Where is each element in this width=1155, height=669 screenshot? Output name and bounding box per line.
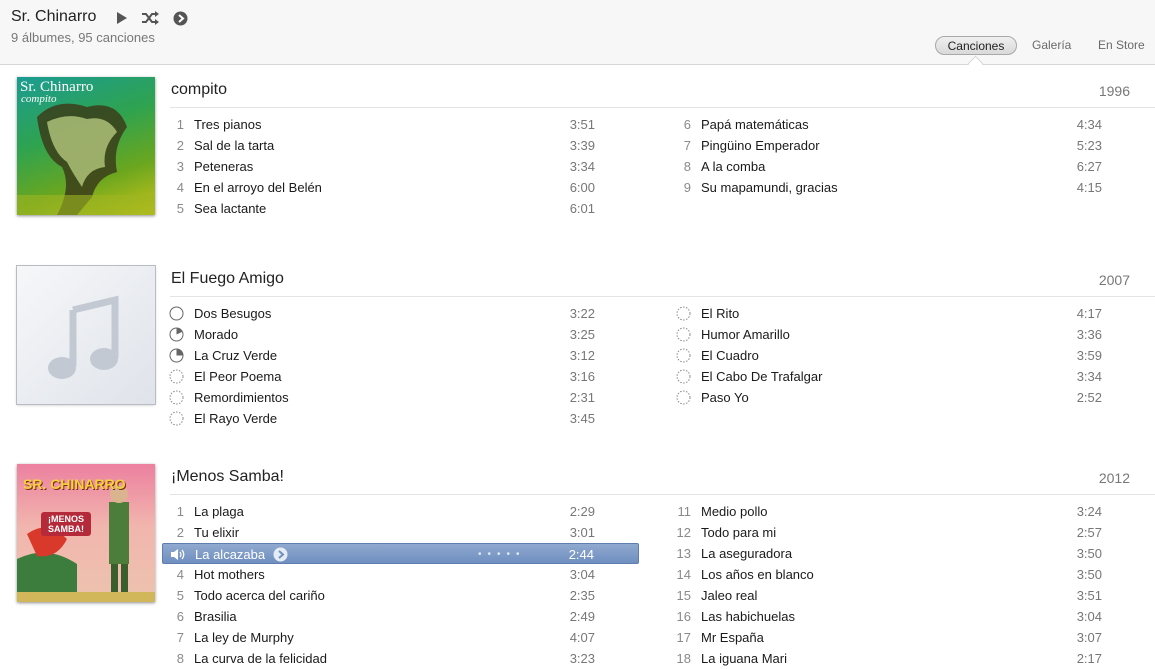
track-row[interactable]: 6 Brasilia 2:49 (162, 606, 622, 627)
track-row[interactable]: El Rayo Verde 3:45 (162, 408, 622, 429)
more-arrow-icon[interactable] (172, 10, 188, 26)
track-row[interactable]: 1 La plaga 2:29 (162, 501, 622, 522)
track-row[interactable]: El Cabo De Trafalgar 3:34 (669, 366, 1129, 387)
track-row[interactable]: 1 Tres pianos 3:51 (162, 114, 622, 135)
go-arrow-icon[interactable] (273, 547, 288, 562)
track-row[interactable]: 4 En el arroyo del Belén 6:00 (162, 177, 622, 198)
music-note-icon (48, 295, 119, 379)
download-queued-icon (169, 390, 184, 405)
track-list: 6 Papá matemáticas 4:34 7 Pingüino Emperado… (669, 114, 1129, 198)
download-queued-icon (676, 390, 691, 405)
track-row[interactable]: El Rito 4:17 (669, 303, 1129, 324)
track-row[interactable]: 4 Hot mothers 3:04 (162, 564, 622, 585)
track-row[interactable]: 7 La ley de Murphy 4:07 (162, 627, 622, 648)
cover-album-text: ¡MENOS SAMBA! (41, 512, 91, 536)
tab-en-store[interactable]: En Store (1098, 36, 1145, 55)
tab-galeria[interactable]: Galería (1032, 36, 1071, 55)
library-summary: 9 álbumes, 95 canciones (11, 30, 155, 45)
track-row[interactable]: 9 Su mapamundi, gracias 4:15 (669, 177, 1129, 198)
album-cover-placeholder[interactable] (17, 266, 155, 404)
track-row[interactable]: 5 Sea lactante 6:01 (162, 198, 622, 219)
track-row[interactable]: El Cuadro 3:59 (669, 345, 1129, 366)
download-queued-icon (676, 327, 691, 342)
download-progress-third-icon (169, 348, 184, 363)
track-list: 11 Medio pollo 3:24 12 Todo para mi 2:57 13 L… (669, 501, 1129, 669)
album-year: 2007 (1098, 272, 1130, 288)
track-row[interactable]: 11 Medio pollo 3:24 (669, 501, 1129, 522)
artist-title: Sr. Chinarro (11, 8, 97, 25)
album-year: 2012 (1098, 470, 1130, 486)
track-row[interactable]: 7 Pingüino Emperador 5:23 (669, 135, 1129, 156)
tab-canciones[interactable]: Canciones (935, 36, 1017, 55)
album-title[interactable]: ¡Menos Samba! (171, 468, 284, 486)
album-cover[interactable]: SR. CHINARRO ¡MENOS SAMBA! (17, 464, 155, 602)
track-row[interactable]: Humor Amarillo 3:36 (669, 324, 1129, 345)
album-title[interactable]: El Fuego Amigo (171, 270, 284, 288)
track-row[interactable]: 14 Los años en blanco 3:50 (669, 564, 1129, 585)
album-year: 1996 (1098, 83, 1130, 99)
shuffle-icon[interactable] (140, 10, 160, 26)
download-queued-icon (676, 348, 691, 363)
track-list: 1 La plaga 2:29 2 Tu elixir 3:01 La alcazaba… (162, 501, 639, 669)
play-icon[interactable] (115, 10, 129, 26)
track-row[interactable]: 3 Peteneras 3:34 (162, 156, 622, 177)
divider (170, 296, 1155, 297)
album-title[interactable]: compito (171, 81, 227, 99)
track-row[interactable]: 16 Las habichuelas 3:04 (669, 606, 1129, 627)
track-row[interactable]: 5 Todo acerca del cariño 2:35 (162, 585, 622, 606)
download-queued-icon (169, 369, 184, 384)
track-row[interactable]: Remordimientos 2:31 (162, 387, 622, 408)
track-row-selected[interactable]: La alcazaba ••••• 2:44 (162, 543, 639, 564)
track-row[interactable]: 15 Jaleo real 3:51 (669, 585, 1129, 606)
speaker-icon (171, 549, 185, 560)
download-queued-icon (169, 411, 184, 426)
track-row[interactable]: 12 Todo para mi 2:57 (669, 522, 1129, 543)
cover-artist-text: SR. CHINARRO (23, 476, 126, 492)
track-list: El Rito 4:17 Humor Amarillo 3:36 El Cuadro… (669, 303, 1129, 408)
track-row[interactable]: 6 Papá matemáticas 4:34 (669, 114, 1129, 135)
track-row[interactable]: 2 Sal de la tarta 3:39 (162, 135, 622, 156)
download-progress-quarter-icon (169, 327, 184, 342)
track-row[interactable]: Paso Yo 2:52 (669, 387, 1129, 408)
track-row[interactable]: 18 La iguana Mari 2:17 (669, 648, 1129, 669)
track-row[interactable]: Dos Besugos 3:22 (162, 303, 622, 324)
track-row[interactable]: El Peor Poema 3:16 (162, 366, 622, 387)
track-row[interactable]: 2 Tu elixir 3:01 (162, 522, 622, 543)
track-row[interactable]: 8 La curva de la felicidad 3:23 (162, 648, 622, 669)
track-row[interactable]: 8A la comba 6:27 (669, 156, 1129, 177)
track-row[interactable]: Morado 3:25 (162, 324, 622, 345)
divider (170, 107, 1155, 108)
download-queued-icon (676, 306, 691, 321)
divider (170, 494, 1155, 495)
track-row[interactable]: 17 Mr España 3:07 (669, 627, 1129, 648)
track-list: 1 Tres pianos 3:51 2 Sal de la tarta 3:39 3P… (162, 114, 622, 219)
artist-header: Sr. Chinarro 9 álbumes, 95 canciones Can… (0, 0, 1155, 65)
album-cover[interactable]: Sr. Chinarro compito (17, 77, 155, 215)
download-progress-empty-icon (169, 306, 184, 321)
download-queued-icon (676, 369, 691, 384)
cover-album-text: compito (21, 93, 57, 105)
track-row[interactable]: La Cruz Verde 3:12 (162, 345, 622, 366)
track-list: Dos Besugos 3:22 Morado 3:25 La Cruz Verde… (162, 303, 622, 429)
rating-dots[interactable]: ••••• (478, 544, 526, 565)
track-row[interactable]: 13 La aseguradora 3:50 (669, 543, 1129, 564)
